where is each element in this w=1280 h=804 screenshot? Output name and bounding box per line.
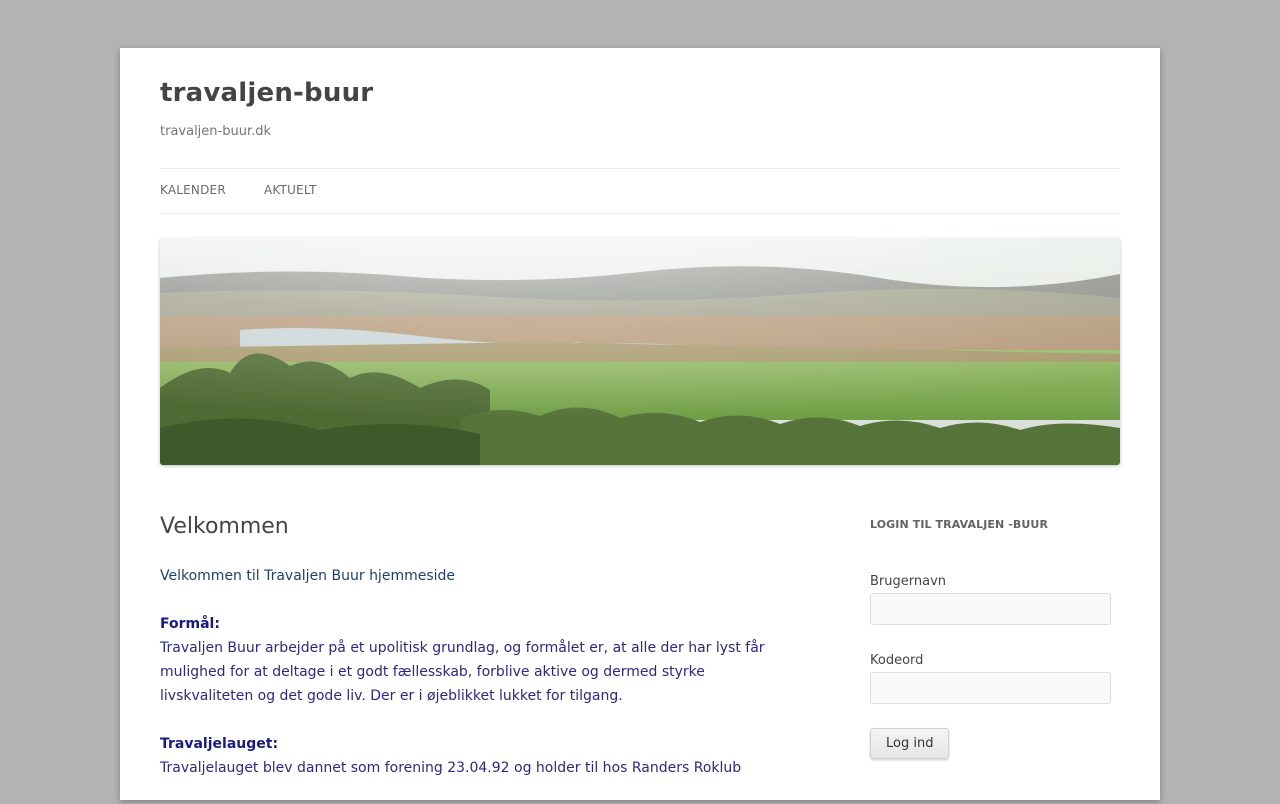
- section-travaljelauget: Travaljelauget: Travaljelauget blev dann…: [160, 732, 780, 780]
- nav-item-aktuelt[interactable]: AKTUELT: [264, 183, 317, 197]
- site-description: travaljen-buur.dk: [160, 124, 272, 139]
- intro-text: Velkommen til Travaljen Buur hjemmeside: [160, 568, 456, 584]
- page-container: travaljen-buur travaljen-buur.dk KALENDE…: [120, 48, 1160, 800]
- login-form: Brugernavn Kodeord Log ind: [870, 574, 1120, 759]
- entry-body: Velkommen til Travaljen Buur hjemmeside …: [160, 564, 780, 780]
- header-image: [160, 238, 1120, 465]
- username-input[interactable]: [870, 593, 1111, 625]
- username-label: Brugernavn: [870, 574, 947, 589]
- page-title: Velkommen: [160, 514, 289, 539]
- sidebar: LOGIN TIL TRAVALJEN -BUUR Brugernavn Kod…: [870, 518, 1120, 759]
- section-text: Travaljen Buur arbejder på et upolitisk …: [160, 640, 765, 704]
- login-button[interactable]: Log ind: [870, 728, 950, 759]
- section-text: Travaljelauget blev dannet som forening …: [160, 760, 742, 776]
- section-formaal: Formål: Travaljen Buur arbejder på et up…: [160, 612, 780, 708]
- password-label: Kodeord: [870, 653, 924, 668]
- main-content: Velkommen Velkommen til Travaljen Buur h…: [160, 510, 780, 804]
- section-heading: Formål:: [160, 616, 220, 632]
- site-title[interactable]: travaljen-buur: [160, 78, 373, 108]
- password-input[interactable]: [870, 672, 1111, 704]
- section-heading: Travaljelauget:: [160, 736, 279, 752]
- main-navigation: KALENDER AKTUELT: [160, 168, 1120, 214]
- landscape-banner: [160, 238, 1120, 465]
- nav-item-kalender[interactable]: KALENDER: [160, 183, 226, 197]
- login-widget-title: LOGIN TIL TRAVALJEN -BUUR: [870, 518, 1049, 531]
